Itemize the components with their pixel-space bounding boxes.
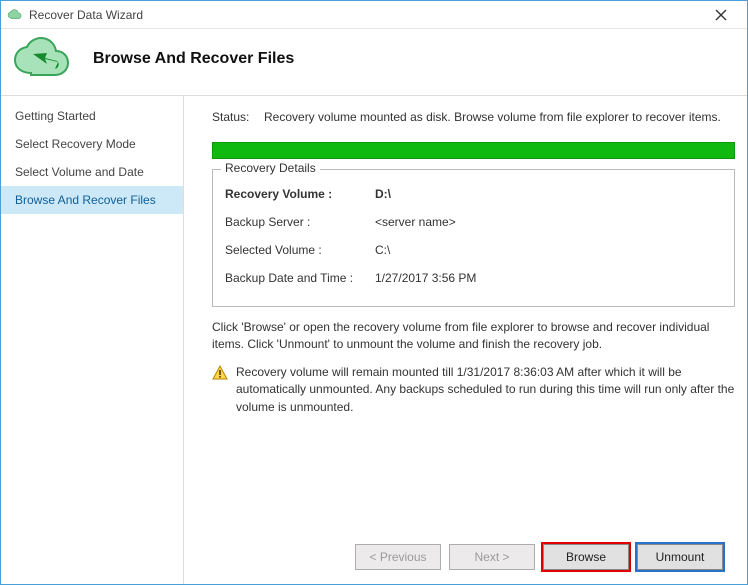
detail-value: 1/27/2017 3:56 PM	[375, 271, 476, 285]
unmount-button[interactable]: Unmount	[637, 544, 723, 570]
progress-bar	[212, 142, 735, 159]
warning-icon	[212, 365, 228, 416]
next-button: Next >	[449, 544, 535, 570]
sidebar-item-label: Browse And Recover Files	[15, 193, 156, 207]
recovery-details-fieldset: Recovery Details Recovery Volume : D:\ B…	[212, 169, 735, 307]
detail-value: D:\	[375, 187, 391, 201]
dialog-window: Recover Data Wizard Browse And Recover F…	[0, 0, 748, 585]
cloud-recovery-icon	[13, 37, 73, 81]
detail-row-backup-date-time: Backup Date and Time : 1/27/2017 3:56 PM	[225, 264, 722, 292]
browse-button[interactable]: Browse	[543, 544, 629, 570]
status-text: Recovery volume mounted as disk. Browse …	[264, 110, 735, 124]
detail-label: Recovery Volume :	[225, 187, 375, 201]
instruction-text: Click 'Browse' or open the recovery volu…	[212, 319, 735, 354]
sidebar-item-browse-and-recover-files[interactable]: Browse And Recover Files	[1, 186, 183, 214]
detail-label: Selected Volume :	[225, 243, 375, 257]
warning-row: Recovery volume will remain mounted till…	[212, 364, 735, 416]
status-label: Status:	[212, 110, 264, 124]
wizard-steps-sidebar: Getting Started Select Recovery Mode Sel…	[1, 95, 184, 584]
detail-row-backup-server: Backup Server : <server name>	[225, 208, 722, 236]
sidebar-item-label: Getting Started	[15, 109, 96, 123]
main-panel: Status: Recovery volume mounted as disk.…	[184, 95, 747, 584]
sidebar-item-label: Select Volume and Date	[15, 165, 144, 179]
recovery-details-legend: Recovery Details	[221, 161, 320, 175]
detail-row-recovery-volume: Recovery Volume : D:\	[225, 180, 722, 208]
detail-value: C:\	[375, 243, 390, 257]
window-title: Recover Data Wizard	[29, 8, 701, 22]
warning-text: Recovery volume will remain mounted till…	[236, 364, 735, 416]
sidebar-item-select-recovery-mode[interactable]: Select Recovery Mode	[1, 130, 183, 158]
detail-label: Backup Server :	[225, 215, 375, 229]
sidebar-item-getting-started[interactable]: Getting Started	[1, 102, 183, 130]
previous-button: < Previous	[355, 544, 441, 570]
status-row: Status: Recovery volume mounted as disk.…	[212, 110, 735, 124]
app-cloud-icon	[7, 7, 23, 23]
close-icon[interactable]	[701, 3, 741, 27]
sidebar-item-select-volume-and-date[interactable]: Select Volume and Date	[1, 158, 183, 186]
sidebar-item-label: Select Recovery Mode	[15, 137, 136, 151]
header: Browse And Recover Files	[1, 29, 747, 95]
titlebar: Recover Data Wizard	[1, 1, 747, 29]
button-row: < Previous Next > Browse Unmount	[212, 534, 735, 584]
detail-row-selected-volume: Selected Volume : C:\	[225, 236, 722, 264]
body: Getting Started Select Recovery Mode Sel…	[1, 95, 747, 584]
detail-value: <server name>	[375, 215, 456, 229]
page-title: Browse And Recover Files	[93, 50, 294, 68]
detail-label: Backup Date and Time :	[225, 271, 375, 285]
